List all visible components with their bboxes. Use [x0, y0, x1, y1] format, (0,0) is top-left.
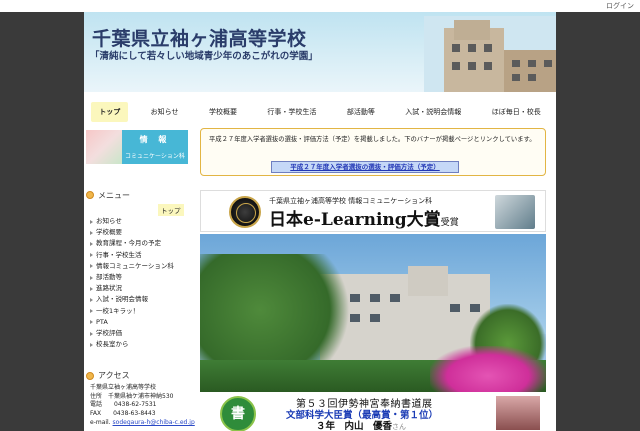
nav-item-clubs[interactable]: 部活動等	[339, 102, 383, 122]
menu-item-label: 校長室から	[96, 340, 129, 349]
nav-item-events[interactable]: 行事・学校生活	[259, 102, 324, 122]
arrow-icon	[90, 331, 93, 336]
arrow-icon	[90, 242, 93, 246]
arrow-icon	[90, 342, 93, 347]
sidebar: 情 報 コミュニケーション科 メニュー トップ お知らせ 学校概要 教育課程・今…	[84, 128, 196, 431]
calligraphy-winner: ３年 内山 優香さん	[316, 418, 406, 431]
menu-item-label: 入試・説明会情報	[96, 295, 148, 304]
menu-item[interactable]: 情報コミュニケーション科	[90, 261, 194, 272]
banner-title: 情 報	[139, 135, 171, 144]
menu-item[interactable]: お知らせ	[90, 216, 194, 227]
menu-item-label: 一校1キラッ！	[96, 306, 140, 315]
notice-text: 平成２７年度入学者選抜の選抜・評価方法（予定）を掲載しました。下のバナーが掲載ペ…	[209, 136, 536, 143]
access-title: アクセス	[98, 371, 130, 380]
site-title[interactable]: 千葉県立袖ヶ浦高等学校	[92, 24, 307, 51]
nav-item-admissions[interactable]: 入試・説明会情報	[397, 102, 469, 122]
menu-item[interactable]: 学校評価	[90, 328, 194, 339]
access-tel: 電話 0438-62-7531	[90, 401, 157, 409]
elearning-award-banner[interactable]: 千葉県立袖ヶ浦高等学校 情報コミュニケーション科 日本e-Learning大賞受…	[200, 190, 546, 232]
menu-item[interactable]: 行事・学校生活	[90, 250, 194, 261]
admissions-banner-link[interactable]: 平成２７年度入学者選抜の選抜・評価方法（予定）	[271, 161, 459, 173]
menu-bullet-icon	[86, 191, 94, 199]
menu-item[interactable]: 入試・説明会情報	[90, 294, 194, 305]
menu-header: メニュー	[86, 190, 188, 200]
award-title-suffix: 受賞	[440, 218, 459, 228]
menu-item[interactable]: 校長室から	[90, 339, 194, 350]
school-building-image	[424, 16, 556, 92]
group-photo	[496, 396, 540, 430]
site-subtitle: 「清純にして若々しい地域青少年のあこがれの学園」	[90, 51, 318, 62]
info-communication-banner[interactable]: 情 報 コミュニケーション科	[86, 130, 188, 164]
banner-text: 情 報 コミュニケーション科	[122, 130, 188, 164]
top-bar: ログイン	[0, 0, 640, 12]
arrow-icon	[90, 219, 93, 224]
notice-box: 平成２７年度入学者選抜の選抜・評価方法（予定）を掲載しました。下のバナーが掲載ペ…	[200, 128, 546, 176]
menu-item-label: 教育課程・今月の予定	[96, 239, 161, 248]
access-bullet-icon	[86, 371, 94, 380]
arrow-icon	[90, 320, 93, 325]
azalea-flowers	[430, 346, 546, 392]
award-title: 日本e-Learning大賞受賞	[269, 205, 459, 230]
window	[350, 314, 360, 322]
access-email-link[interactable]: sodegaura-h@chiba-c.ed.jp	[113, 419, 195, 426]
login-link[interactable]: ログイン	[606, 0, 634, 12]
banner-subtitle: コミュニケーション科	[125, 153, 185, 160]
award-medal-icon	[229, 196, 261, 228]
winner-honorific: さん	[392, 423, 407, 431]
menu-item-label: 学校概要	[96, 228, 122, 237]
school-photo	[200, 234, 546, 392]
menu-item[interactable]: 部活動等	[90, 272, 194, 283]
nav-item-news[interactable]: お知らせ	[143, 102, 187, 122]
access-school: 千葉県立袖ヶ浦高等学校	[90, 384, 157, 391]
window	[350, 294, 360, 302]
page-container: 千葉県立袖ヶ浦高等学校 「清純にして若々しい地域青少年のあこがれの学園」 トップ…	[84, 12, 556, 431]
menu-item-label: 進路状況	[96, 284, 122, 293]
nav-item-top[interactable]: トップ	[91, 102, 129, 122]
calligraphy-badge-icon: 書	[220, 396, 256, 431]
arrow-icon	[90, 286, 93, 291]
building-tower	[408, 266, 448, 296]
laptop-image	[495, 195, 535, 229]
access-header: アクセス	[86, 370, 188, 381]
arrow-icon	[90, 275, 93, 280]
winner-name: ３年 内山 優香	[316, 421, 393, 431]
arrow-icon	[90, 298, 93, 303]
main-nav: トップ お知らせ 学校概要 行事・学校生活 部活動等 入試・説明会情報 ほぼ毎日…	[84, 100, 556, 124]
menu-item-label: 部活動等	[96, 273, 122, 282]
arrow-icon	[90, 230, 93, 235]
window	[450, 304, 460, 312]
window	[370, 314, 380, 322]
nav-item-principal[interactable]: ほぼ毎日・校長	[484, 102, 549, 122]
arrow-icon	[90, 264, 93, 269]
calligraphy-award-banner[interactable]: 書 第５３回伊勢神宮奉納書道展 文部科学大臣賞（最高賞・第１位） ３年 内山 優…	[200, 394, 546, 431]
access-info: 千葉県立袖ヶ浦高等学校 住所 千葉県袖ケ浦市神納530 電話 0438-62-7…	[90, 384, 196, 428]
menu-item-label: お知らせ	[96, 217, 122, 225]
menu-top-link[interactable]: トップ	[158, 204, 184, 216]
arrow-icon	[90, 253, 93, 258]
window	[390, 294, 400, 302]
menu-item[interactable]: 一校1キラッ！	[90, 306, 194, 317]
menu-item[interactable]: PTA	[90, 317, 194, 328]
menu-item-label: PTA	[96, 317, 108, 326]
banner-image	[86, 130, 122, 164]
nav-item-overview[interactable]: 学校概要	[201, 102, 245, 122]
arrow-icon	[90, 309, 93, 314]
window	[370, 294, 380, 302]
menu-item-label: 行事・学校生活	[96, 250, 142, 259]
site-header: 千葉県立袖ヶ浦高等学校 「清純にして若々しい地域青少年のあこがれの学園」	[84, 12, 556, 92]
access-email-row: e-mail. sodegaura-h@chiba-c.ed.jp	[90, 419, 196, 428]
access-email-label: e-mail.	[90, 418, 111, 426]
menu-item[interactable]: 学校概要	[90, 227, 194, 238]
menu-list: お知らせ 学校概要 教育課程・今月の予定 行事・学校生活 情報コミュニケーション…	[90, 216, 194, 350]
menu-item[interactable]: 教育課程・今月の予定	[90, 238, 194, 249]
menu-item-label: 学校評価	[96, 329, 122, 338]
access-fax: FAX 0438-63-8443	[90, 410, 156, 418]
main-content: 平成２７年度入学者選抜の選抜・評価方法（予定）を掲載しました。下のバナーが掲載ペ…	[200, 128, 556, 431]
award-title-text: 日本e-Learning大賞	[269, 210, 441, 230]
menu-item-label: 情報コミュニケーション科	[96, 261, 174, 270]
menu-item[interactable]: 進路状況	[90, 283, 194, 294]
menu-title: メニュー	[98, 190, 130, 200]
